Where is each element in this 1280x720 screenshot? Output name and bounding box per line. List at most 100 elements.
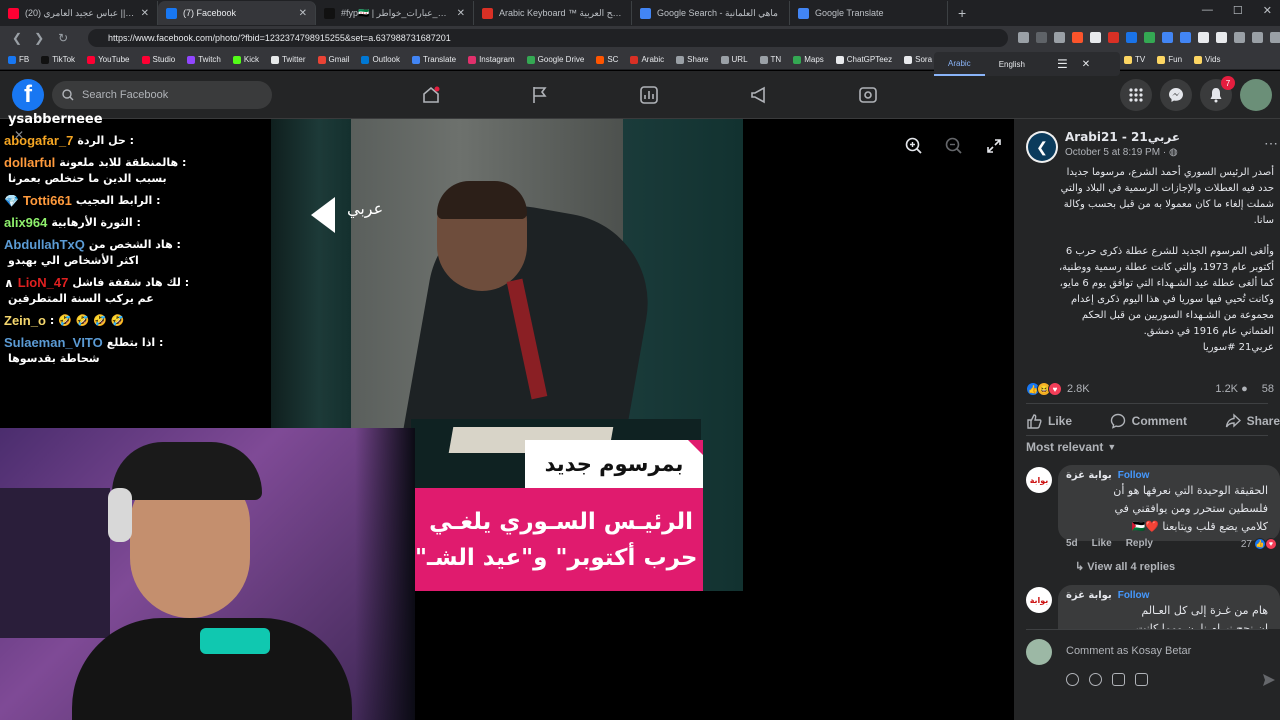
nav-home[interactable] <box>421 85 441 105</box>
zoom-in-icon[interactable] <box>903 135 925 157</box>
gif-icon[interactable] <box>1112 673 1125 686</box>
follow-button[interactable]: Follow <box>1118 590 1150 601</box>
close-window-button[interactable]: ✕ <box>1263 4 1272 17</box>
comment-avatar[interactable]: بوابة <box>1026 467 1052 493</box>
bookmark-item[interactable]: ChatGPTeez <box>835 55 892 64</box>
comment-avatar[interactable]: بوابة <box>1026 587 1052 613</box>
comment-input[interactable]: Comment as Kosay Betar <box>1058 637 1280 667</box>
bookmark-folder[interactable]: Vids <box>1194 55 1220 64</box>
page-avatar[interactable]: ❮ <box>1026 131 1058 163</box>
translate-lang-arabic[interactable]: Arabic <box>934 52 985 76</box>
extension-icon[interactable] <box>1162 32 1173 43</box>
comment-button[interactable]: Comment <box>1110 411 1187 431</box>
forward-icon[interactable]: ❯ <box>34 31 44 45</box>
browser-tab[interactable]: Google Search - ماهي العلمانية <box>632 1 790 25</box>
bookmark-item[interactable]: FB <box>8 55 29 64</box>
follow-button[interactable]: Follow <box>1118 470 1150 481</box>
tab-close-icon[interactable]: ✕ <box>299 8 307 19</box>
rewards-icon[interactable] <box>1090 32 1101 43</box>
bookmark-item[interactable]: Kick <box>232 55 259 64</box>
cast-icon[interactable] <box>1018 32 1029 43</box>
comment-author[interactable]: بوابة غزة <box>1066 590 1112 601</box>
bookmark-item[interactable]: Studio <box>141 55 175 64</box>
post-hashtags[interactable]: عربي21 #سوريا <box>1022 340 1274 356</box>
comment-time[interactable]: 5d <box>1066 538 1078 549</box>
chat-close-icon[interactable]: ✕ <box>14 128 24 142</box>
bookmark-item[interactable]: Translate <box>412 55 456 64</box>
url-field[interactable]: https://www.facebook.com/photo/?fbid=123… <box>88 29 1008 47</box>
bookmark-item[interactable]: Google Drive <box>526 55 584 64</box>
extension-icon[interactable] <box>1180 32 1191 43</box>
nav-ads[interactable] <box>749 85 769 105</box>
maximize-button[interactable]: ☐ <box>1233 4 1243 17</box>
reload-icon[interactable]: ↻ <box>58 31 68 45</box>
zoom-out-icon[interactable] <box>943 135 965 157</box>
bookmark-item[interactable]: Maps <box>793 55 824 64</box>
bookmark-item[interactable]: URL <box>720 55 748 64</box>
translate-icon[interactable] <box>1036 32 1047 43</box>
brave-shield-icon[interactable] <box>1072 32 1083 43</box>
profile-avatar[interactable] <box>1240 79 1272 111</box>
bookmark-folder[interactable]: TV <box>1124 55 1145 64</box>
bookmark-item[interactable]: Share <box>676 55 709 64</box>
notifications-button[interactable]: 7 <box>1200 76 1235 111</box>
browser-tab[interactable]: (20) اجمل ساقي || عباس عجيد العامري ✕ <box>0 1 158 25</box>
translate-close-icon[interactable]: ✕ <box>1082 59 1090 70</box>
back-icon[interactable]: ❮ <box>12 31 22 45</box>
post-date[interactable]: October 5 at 8:19 PM · ◍ <box>1065 147 1178 158</box>
bookmark-item[interactable]: Instagram <box>468 55 515 64</box>
reactions-count[interactable]: 2.8K <box>1067 383 1090 395</box>
comment-reply-button[interactable]: Reply <box>1126 538 1153 549</box>
facebook-logo[interactable]: f <box>12 79 44 111</box>
messenger-button[interactable] <box>1160 79 1192 111</box>
view-replies-link[interactable]: ↳ View all 4 replies <box>1075 560 1175 573</box>
facebook-search[interactable]: Search Facebook <box>52 81 272 109</box>
extension-icon[interactable] <box>1270 32 1280 43</box>
avatar-sticker-icon[interactable] <box>1066 673 1079 686</box>
browser-tab[interactable]: Arabic Keyboard ™ لوحة المفاتيح العربية <box>474 1 632 25</box>
tab-close-icon[interactable]: ✕ <box>141 8 149 19</box>
my-avatar[interactable] <box>1026 639 1052 665</box>
extension-icon[interactable] <box>1144 32 1155 43</box>
zoom-icon[interactable] <box>1054 32 1065 43</box>
bookmark-item[interactable]: Twitch <box>187 55 221 64</box>
browser-tab[interactable]: Google Translate <box>790 1 948 25</box>
comment-sort-dropdown[interactable]: Most relevant ▼ <box>1026 440 1116 454</box>
page-name[interactable]: Arabi21 - عربي21 <box>1065 130 1180 144</box>
browser-tab[interactable]: #fyp🇸🇾 | اقتباسات_عبارات_خواطر# | TikT ✕ <box>316 1 474 25</box>
bookmark-item[interactable]: Twitter <box>270 55 306 64</box>
bookmark-item[interactable]: YouTube <box>87 55 130 64</box>
comment-like-button[interactable]: Like <box>1092 538 1112 549</box>
fullscreen-icon[interactable] <box>983 135 1005 157</box>
new-tab-button[interactable]: + <box>958 5 966 21</box>
emoji-icon[interactable] <box>1089 673 1102 686</box>
nav-flag[interactable] <box>530 85 550 105</box>
shares-count[interactable]: 58 <box>1262 383 1274 395</box>
comment-reactions[interactable]: 27 👍 ♥ <box>1241 538 1277 550</box>
extension-icon[interactable] <box>1216 32 1227 43</box>
menu-grid-button[interactable] <box>1120 79 1152 111</box>
comment-author[interactable]: بوابة غزة <box>1066 470 1112 481</box>
bookmark-item[interactable]: TN <box>759 55 781 64</box>
send-icon[interactable] <box>1262 673 1276 692</box>
bookmark-item[interactable]: SC <box>596 55 618 64</box>
translate-menu-icon[interactable]: ☰ <box>1057 57 1068 71</box>
bookmark-item[interactable]: TikTok <box>41 55 75 64</box>
bookmark-item[interactable]: Outlook <box>361 55 400 64</box>
minimize-button[interactable]: — <box>1202 4 1213 17</box>
extension-icon[interactable] <box>1252 32 1263 43</box>
browser-tab[interactable]: (7) Facebook ✕ <box>158 1 316 25</box>
sticker-icon[interactable] <box>1135 673 1148 686</box>
extension-icon[interactable] <box>1234 32 1245 43</box>
tab-close-icon[interactable]: ✕ <box>457 8 465 19</box>
nav-gaming[interactable] <box>858 85 878 105</box>
bookmark-folder[interactable]: Fun <box>1157 55 1182 64</box>
comments-count[interactable]: 1.2K ● <box>1215 383 1247 395</box>
bookmark-item[interactable]: Gmail <box>317 55 349 64</box>
translate-lang-english[interactable]: English <box>985 52 1039 76</box>
like-button[interactable]: Like <box>1026 411 1072 431</box>
extension-icon[interactable] <box>1198 32 1209 43</box>
nav-insights[interactable] <box>639 85 659 105</box>
bookmark-item[interactable]: Sora <box>904 55 932 64</box>
more-options-icon[interactable]: ⋯ <box>1264 135 1278 152</box>
